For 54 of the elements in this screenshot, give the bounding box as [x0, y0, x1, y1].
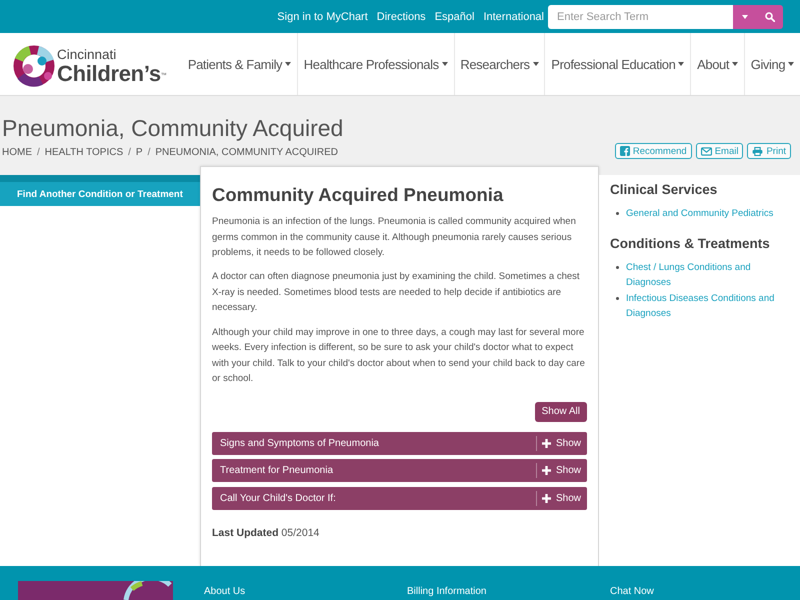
related-heading: Clinical Services	[610, 181, 718, 199]
page-title: Pneumonia, Community Acquired	[2, 114, 344, 142]
brand-name-line: Cincinnati	[57, 48, 118, 62]
bullet-icon	[616, 212, 619, 215]
caret-icon	[532, 62, 539, 66]
accordion-title: Signs and Symptoms of Pneumonia	[219, 436, 380, 450]
search-field[interactable]: Enter Search Term	[548, 4, 733, 28]
nav-menu-item[interactable]: Researchers	[454, 33, 544, 95]
last-updated-text: Last Updated 05/2014	[212, 526, 320, 540]
related-heading: Conditions & Treatments	[610, 235, 771, 253]
accordion-title: Treatment for Pneumonia	[219, 464, 334, 478]
search-options-button[interactable]	[733, 4, 757, 28]
breadcrumb-link[interactable]: HOME	[2, 147, 32, 159]
top-link[interactable]: International	[483, 10, 544, 22]
top-link[interactable]: Directions	[376, 10, 426, 22]
breadcrumb-separator: /	[148, 147, 150, 159]
caret-icon	[788, 62, 794, 66]
article-paragraph: A doctor can often diagnose pneumonia just by examining the child. Sometimes a chest X-ray is needed. Sometimes blood tests are needed to help decide if antibiotics are necessary.	[212, 270, 581, 316]
bullet-icon	[616, 266, 619, 269]
envelope-icon	[700, 146, 712, 156]
nav-menu-item[interactable]: Healthcare Professionals	[296, 33, 454, 95]
footer-link[interactable]: Chat Now	[610, 586, 654, 597]
nav-menu-item[interactable]: Patients & Family	[182, 33, 297, 95]
search-icon	[765, 12, 775, 22]
bullet-icon	[616, 297, 619, 300]
facebook-icon	[620, 146, 630, 156]
printer-icon	[752, 146, 764, 156]
search-button[interactable]	[757, 4, 783, 28]
article-paragraph: Pneumonia is an infection of the lungs. Pneumonia is called community acquired when germs common in the community cause it. Although pneumonia rarely causes serious problems, it needs to be followed closely.	[212, 215, 577, 260]
breadcrumb-link[interactable]: P	[136, 147, 143, 159]
breadcrumb-link[interactable]: PNEUMONIA, COMMUNITY ACQUIRED	[155, 147, 338, 159]
article-paragraph: Although your child may improve in one to three days, a cough may last for several more weeks. Every infection is different, so be sure to ask your child's doctor what to expect with your child. Talk to your child's doctor about when to send your child back to day care or school.	[212, 326, 586, 386]
top-link[interactable]: Sign in to MyChart	[277, 10, 368, 22]
show-toggle[interactable]: Show	[536, 436, 587, 451]
caret-icon	[732, 62, 738, 66]
nav-menu-item[interactable]: Professional Education	[544, 33, 690, 95]
show-all-button[interactable]: Show All	[534, 402, 587, 422]
footer-link[interactable]: About Us	[204, 586, 246, 597]
breadcrumb-link[interactable]: HEALTH TOPICS	[44, 147, 124, 159]
accordion-title: Call Your Child's Doctor If:	[219, 492, 337, 505]
caret-icon	[285, 62, 292, 66]
brand-name-line: Children’s	[57, 62, 161, 84]
caret-icon	[742, 14, 748, 18]
top-link[interactable]: Español	[434, 10, 474, 22]
show-toggle[interactable]: Show	[536, 463, 587, 478]
breadcrumb-separator: /	[37, 147, 40, 159]
caret-icon	[678, 62, 684, 66]
nav-menu-item[interactable]: Giving	[744, 33, 800, 95]
footer-link[interactable]: Billing Information	[407, 586, 486, 597]
article-heading: Community Acquired Pneumonia	[212, 183, 504, 207]
caret-icon	[442, 62, 448, 66]
show-toggle[interactable]: Show	[536, 490, 587, 506]
nav-menu-item[interactable]: About	[690, 33, 744, 95]
breadcrumb-separator: /	[128, 147, 131, 159]
